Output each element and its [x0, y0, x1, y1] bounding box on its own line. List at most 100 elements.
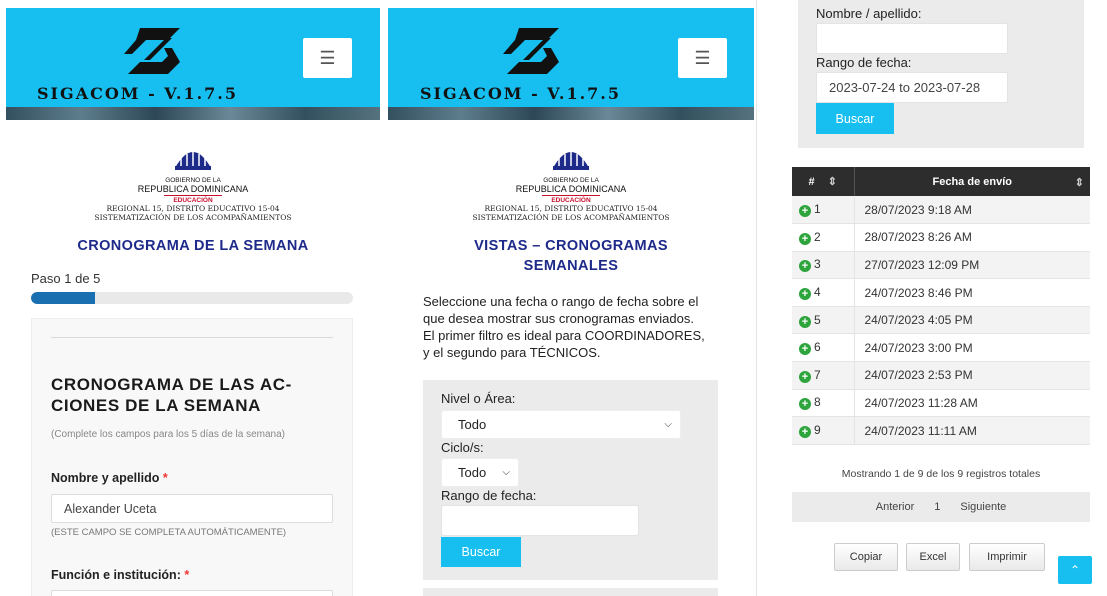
- row-index-cell[interactable]: +1: [792, 196, 854, 225]
- panel-vistas: SIGACOM - V.1.7.5 ☰ GOBIERNO DE LA REPUB…: [388, 0, 754, 596]
- table-row[interactable]: +2 28/07/2023 8:26 AM: [792, 223, 1090, 252]
- chevron-up-icon: ⌃: [1069, 563, 1081, 577]
- name-input[interactable]: Alexander Uceta: [51, 494, 333, 523]
- print-button[interactable]: Imprimir: [969, 543, 1045, 571]
- gov-line-3: EDUCACIÓN: [551, 197, 591, 204]
- panel-separator: [756, 0, 757, 596]
- row-index: 1: [814, 202, 821, 217]
- col-header-date-label: Fecha de envío: [932, 175, 1012, 188]
- table-row[interactable]: +3 27/07/2023 12:09 PM: [792, 251, 1090, 280]
- table-row[interactable]: +5 24/07/2023 4:05 PM: [792, 306, 1090, 335]
- expand-row-icon[interactable]: +: [799, 260, 811, 273]
- red-rule: [542, 195, 600, 196]
- next-page-link[interactable]: Siguiente: [960, 501, 1006, 513]
- table-row[interactable]: +7 24/07/2023 2:53 PM: [792, 361, 1090, 390]
- date-range-label: Rango de fecha:: [441, 488, 537, 503]
- form-card: CRONOGRAMA DE LAS AC- CIONES DE LA SEMAN…: [31, 318, 353, 596]
- expand-row-icon[interactable]: +: [799, 232, 811, 245]
- gov-line-5: SISTEMATIZACIÓN DE LOS ACOMPAÑAMIENTOS: [94, 213, 292, 222]
- brand-title: SIGACOM - V.1.7.5: [37, 84, 239, 103]
- row-index: 6: [814, 340, 821, 355]
- gov-crest-icon: [175, 152, 211, 170]
- name-input-value: Alexander Uceta: [64, 501, 157, 516]
- row-date-cell: 24/07/2023 2:53 PM: [853, 361, 1090, 390]
- scroll-top-button[interactable]: ⌃: [1058, 556, 1092, 584]
- row-index-cell[interactable]: +8: [792, 389, 854, 418]
- row-index-cell[interactable]: +3: [792, 251, 854, 280]
- name-filter-label: Nombre / apellido:: [816, 6, 922, 21]
- col-header-index[interactable]: # ⇕: [792, 167, 854, 196]
- app-header: SIGACOM - V.1.7.5 ☰: [6, 8, 380, 120]
- page-number[interactable]: 1: [934, 501, 940, 513]
- page-title-line-1: VISTAS – CRONOGRAMAS: [474, 238, 668, 254]
- row-index-cell[interactable]: +4: [792, 278, 854, 307]
- expand-row-icon[interactable]: +: [799, 205, 811, 218]
- search-button[interactable]: Buscar: [816, 103, 894, 134]
- row-index-cell[interactable]: +2: [792, 223, 854, 252]
- copy-button[interactable]: Copiar: [834, 543, 898, 571]
- gov-line-4: REGIONAL 15, DISTRITO EDUCATIVO 15-04: [106, 204, 280, 213]
- date-range-input[interactable]: [441, 505, 639, 536]
- name-filter-input[interactable]: [816, 23, 1008, 54]
- filter-card: Nombre / apellido: Rango de fecha: 2023-…: [798, 0, 1084, 148]
- name-label-text: Nombre y apellido: [51, 471, 160, 485]
- search-button[interactable]: Buscar: [441, 537, 521, 567]
- sort-icon: ⇕: [1074, 176, 1084, 189]
- gov-line-3: EDUCACIÓN: [173, 197, 213, 204]
- gov-line-2: REPUBLICA DOMINICANA: [137, 184, 249, 194]
- row-date-cell: 24/07/2023 3:00 PM: [853, 333, 1090, 363]
- app-header: SIGACOM - V.1.7.5 ☰: [388, 8, 754, 120]
- table-row[interactable]: +4 24/07/2023 8:46 PM: [792, 278, 1090, 307]
- row-date: 24/07/2023 3:00 PM: [864, 340, 973, 355]
- panel-resultados: Nombre / apellido: Rango de fecha: 2023-…: [764, 0, 1107, 596]
- row-date-cell: 24/07/2023 11:11 AM: [853, 416, 1090, 445]
- row-date: 28/07/2023 8:26 AM: [864, 230, 972, 245]
- menu-button[interactable]: ☰: [303, 38, 352, 78]
- expand-row-icon[interactable]: +: [799, 426, 811, 439]
- date-range-label: Rango de fecha:: [816, 55, 912, 70]
- expand-row-icon[interactable]: +: [799, 370, 811, 383]
- row-index-cell[interactable]: +9: [792, 416, 854, 445]
- step-label: Paso 1 de 5: [31, 271, 101, 286]
- expand-row-icon[interactable]: +: [799, 343, 811, 356]
- progress-fill: [31, 292, 96, 304]
- function-input[interactable]: [51, 590, 333, 596]
- date-range-input[interactable]: 2023-07-24 to 2023-07-28: [816, 72, 1008, 103]
- expand-row-icon[interactable]: +: [799, 315, 811, 328]
- form-heading: CRONOGRAMA DE LAS AC- CIONES DE LA SEMAN…: [51, 374, 292, 416]
- row-index: 9: [814, 423, 821, 438]
- prev-page-link[interactable]: Anterior: [876, 501, 915, 513]
- form-heading-line-2: CIONES DE LA SEMANA: [51, 396, 262, 415]
- row-index-cell[interactable]: +6: [792, 333, 854, 363]
- results-table: # ⇕ Fecha de envío ⇕ +1 28/07/2023 9:18 A…: [792, 167, 1090, 445]
- row-date-cell: 27/07/2023 12:09 PM: [853, 251, 1090, 280]
- row-index-cell[interactable]: +5: [792, 306, 854, 335]
- expand-row-icon[interactable]: +: [799, 398, 811, 411]
- page-title: CRONOGRAMA DE LA SEMANA: [77, 238, 309, 254]
- level-select[interactable]: Todo ⌵: [441, 410, 681, 439]
- brand-title: SIGACOM - V.1.7.5: [420, 84, 622, 103]
- table-row[interactable]: +6 24/07/2023 3:00 PM: [792, 333, 1090, 363]
- red-rule: [164, 195, 222, 196]
- row-date: 27/07/2023 12:09 PM: [864, 257, 980, 272]
- row-date-cell: 24/07/2023 4:05 PM: [853, 306, 1090, 335]
- cycle-select[interactable]: Todo ⌵: [441, 458, 519, 487]
- required-mark: *: [162, 471, 168, 485]
- row-date: 24/07/2023 11:28 AM: [864, 395, 978, 410]
- expand-row-icon[interactable]: +: [799, 288, 811, 301]
- form-note: (Complete los campos para los 5 días de …: [51, 429, 286, 440]
- table-row[interactable]: +1 28/07/2023 9:18 AM: [792, 196, 1090, 225]
- menu-button[interactable]: ☰: [678, 38, 727, 78]
- header-texture: [6, 107, 380, 120]
- date-range-value: 2023-07-24 to 2023-07-28: [829, 80, 981, 95]
- col-header-date[interactable]: Fecha de envío ⇕: [853, 167, 1090, 196]
- table-row[interactable]: +8 24/07/2023 11:28 AM: [792, 389, 1090, 418]
- page-title: VISTAS – CRONOGRAMAS SEMANALES: [388, 236, 754, 276]
- gov-line-4: REGIONAL 15, DISTRITO EDUCATIVO 15-04: [484, 204, 658, 213]
- row-index: 3: [814, 257, 821, 272]
- hamburger-icon: ☰: [694, 47, 711, 68]
- chevron-down-icon: ⌵: [664, 419, 672, 430]
- table-row[interactable]: +9 24/07/2023 11:11 AM: [792, 416, 1090, 445]
- row-index-cell[interactable]: +7: [792, 361, 854, 390]
- excel-button[interactable]: Excel: [906, 543, 960, 571]
